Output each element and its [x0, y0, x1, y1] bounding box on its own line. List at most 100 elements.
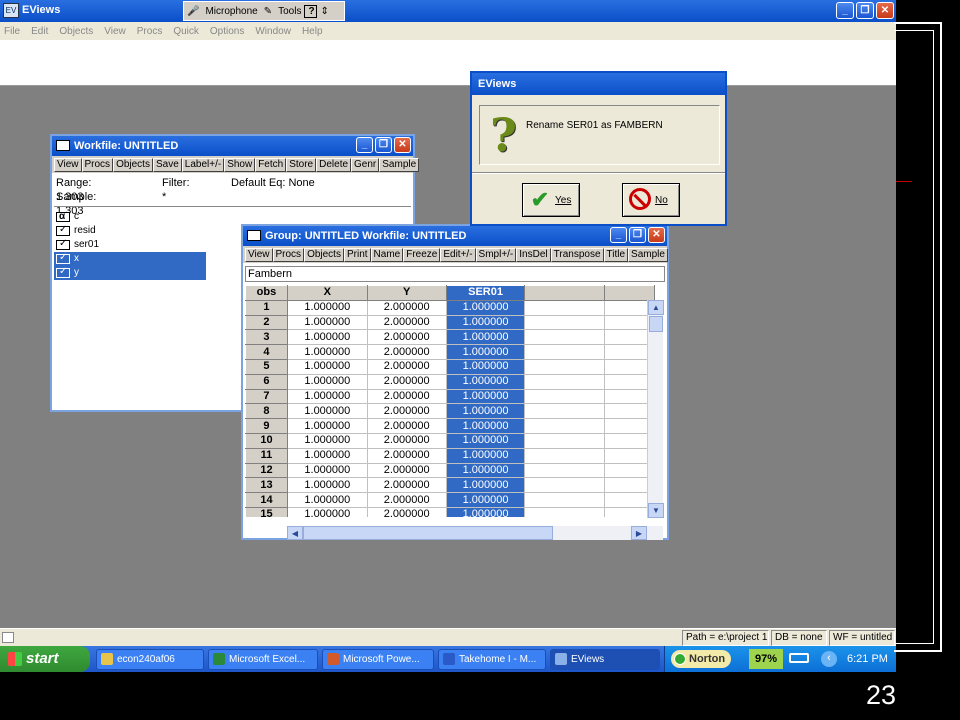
procs-button[interactable]: Procs: [81, 157, 114, 172]
table-cell[interactable]: 1.000000: [286, 403, 368, 420]
minimize-icon[interactable]: _: [610, 227, 627, 243]
store-button[interactable]: Store: [286, 157, 317, 172]
table-cell[interactable]: [524, 403, 606, 420]
restore-icon[interactable]: ❐: [629, 227, 646, 243]
row-header[interactable]: 7: [245, 388, 288, 405]
table-cell[interactable]: 1.000000: [286, 314, 368, 331]
table-cell[interactable]: [524, 299, 606, 316]
fetch-button[interactable]: Fetch: [255, 157, 287, 172]
close-icon[interactable]: ✕: [648, 227, 665, 243]
row-header[interactable]: 5: [245, 358, 288, 375]
table-cell[interactable]: 1.000000: [445, 506, 526, 517]
table-cell[interactable]: 1.000000: [445, 329, 526, 346]
horizontal-scrollbar[interactable]: ◀ ▶: [287, 526, 663, 540]
menu-objects[interactable]: Objects: [59, 26, 93, 37]
menu-view[interactable]: View: [104, 26, 126, 37]
row-header[interactable]: 3: [245, 329, 288, 346]
row-header[interactable]: 9: [245, 418, 288, 434]
table-cell[interactable]: 2.000000: [366, 358, 447, 375]
table-cell[interactable]: [524, 373, 606, 390]
restore-icon[interactable]: ❐: [856, 2, 874, 19]
row-header[interactable]: 10: [245, 432, 288, 449]
power-plug-icon[interactable]: [789, 653, 809, 663]
insdel-button[interactable]: InsDel: [516, 247, 551, 262]
menu-window[interactable]: Window: [255, 26, 291, 37]
scroll-left-icon[interactable]: ◀: [287, 526, 303, 540]
table-cell[interactable]: 1.000000: [286, 462, 368, 479]
table-cell[interactable]: 1.000000: [445, 432, 526, 449]
column-header[interactable]: obs: [245, 285, 288, 301]
filter-label[interactable]: Filter: *: [162, 176, 190, 204]
table-cell[interactable]: [524, 462, 606, 479]
table-cell[interactable]: 2.000000: [366, 299, 447, 316]
objects-button[interactable]: Objects: [113, 157, 153, 172]
row-header[interactable]: 4: [245, 344, 288, 360]
sample-button[interactable]: Sample: [628, 247, 668, 262]
start-button[interactable]: start: [0, 646, 90, 672]
table-cell[interactable]: 2.000000: [366, 447, 447, 464]
table-cell[interactable]: 2.000000: [366, 506, 447, 517]
table-cell[interactable]: 2.000000: [366, 477, 447, 494]
print-button[interactable]: Print: [343, 247, 371, 262]
table-cell[interactable]: 2.000000: [366, 492, 447, 508]
taskbar-item-takehome-i-m[interactable]: Takehome I - M...: [438, 649, 546, 670]
row-header[interactable]: 15: [245, 506, 288, 517]
row-header[interactable]: 8: [245, 403, 288, 420]
sample-button[interactable]: Sample: [379, 157, 420, 172]
norton-button[interactable]: Norton: [671, 650, 732, 668]
taskbar-item-eviews[interactable]: EViews: [550, 649, 660, 670]
table-cell[interactable]: 1.000000: [445, 344, 526, 360]
scroll-up-icon[interactable]: ▲: [648, 300, 664, 315]
table-cell[interactable]: 1.000000: [445, 418, 526, 434]
column-header[interactable]: SER01: [445, 285, 526, 301]
options-chevron-icon[interactable]: ⇕: [317, 6, 331, 17]
list-item[interactable]: x: [54, 251, 206, 266]
minimize-icon[interactable]: _: [356, 137, 373, 153]
scroll-thumb-horizontal[interactable]: [303, 526, 553, 540]
menu-edit[interactable]: Edit: [31, 26, 48, 37]
table-cell[interactable]: 1.000000: [286, 477, 368, 494]
help-icon[interactable]: ?: [304, 4, 318, 18]
procs-button[interactable]: Procs: [272, 247, 305, 262]
transpose-button[interactable]: Transpose: [550, 247, 604, 262]
table-cell[interactable]: 1.000000: [286, 432, 368, 449]
vertical-scrollbar[interactable]: ▲ ▼: [647, 300, 664, 518]
row-header[interactable]: 2: [245, 314, 288, 331]
table-cell[interactable]: [524, 418, 606, 434]
tray-expand-icon[interactable]: ‹: [821, 651, 837, 667]
table-cell[interactable]: [524, 492, 606, 508]
table-cell[interactable]: [524, 477, 606, 494]
objects-button[interactable]: Objects: [304, 247, 344, 262]
table-cell[interactable]: 1.000000: [445, 358, 526, 375]
restore-icon[interactable]: ❐: [375, 137, 392, 153]
table-cell[interactable]: 1.000000: [286, 506, 368, 517]
column-header[interactable]: Y: [366, 285, 447, 301]
list-item[interactable]: ser01: [54, 237, 206, 252]
list-item[interactable]: y: [54, 265, 206, 280]
table-cell[interactable]: [524, 506, 606, 517]
column-header[interactable]: [524, 285, 606, 301]
scroll-right-icon[interactable]: ▶: [631, 526, 647, 540]
language-bar[interactable]: 🎤 Microphone ✎ Tools ? ⇕: [183, 1, 345, 21]
show-button[interactable]: Show: [224, 157, 256, 172]
row-header[interactable]: 13: [245, 477, 288, 494]
table-cell[interactable]: [524, 388, 606, 405]
table-cell[interactable]: 2.000000: [366, 329, 447, 346]
delete-button[interactable]: Delete: [316, 157, 352, 172]
close-icon[interactable]: ✕: [876, 2, 894, 19]
table-cell[interactable]: 2.000000: [366, 314, 447, 331]
genr-button[interactable]: Genr: [351, 157, 380, 172]
menu-options[interactable]: Options: [210, 26, 244, 37]
battery-indicator[interactable]: 97%: [749, 649, 783, 669]
table-cell[interactable]: 1.000000: [445, 462, 526, 479]
command-window[interactable]: [0, 40, 896, 86]
no-button[interactable]: No: [622, 183, 680, 217]
table-cell[interactable]: 1.000000: [445, 403, 526, 420]
tools-button[interactable]: Tools: [275, 6, 304, 17]
table-cell[interactable]: [524, 432, 606, 449]
table-cell[interactable]: 1.000000: [445, 447, 526, 464]
close-icon[interactable]: ✕: [394, 137, 411, 153]
row-header[interactable]: 6: [245, 373, 288, 390]
table-cell[interactable]: 1.000000: [286, 299, 368, 316]
taskbar-item-microsoft-excel[interactable]: Microsoft Excel...: [208, 649, 318, 670]
